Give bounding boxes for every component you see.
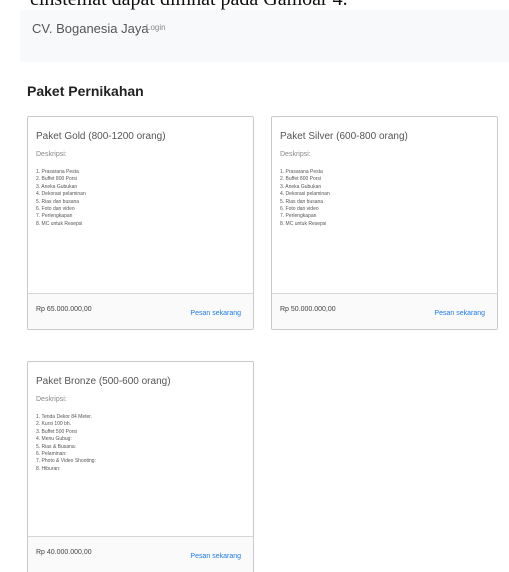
list-item: 4. Dekorasi pelaminan [280,191,330,198]
list-item: 8. MC untuk Resepsi [280,220,327,227]
list-item: 4. Menu Gubug: [36,436,72,443]
list-item: 6. Foto dan video [36,206,75,213]
list-item: 5. Rias dan busana [280,198,324,205]
login-link[interactable]: Login [146,23,166,32]
list-item: 7. Perlengkapan [36,213,73,220]
list-item: 4. Dekorasi pelaminan [36,191,86,198]
list-item: 2. Buffet 800 Porsi [280,176,322,183]
navbar: CV. Boganesia Jaya Login [20,10,509,62]
list-item: 5. Rias & Busana: [36,443,77,450]
list-item: 6. Pelaminan: [36,451,67,458]
price-label: Rp 40.000.000,00 [36,549,92,556]
list-item: 3. Aneka Gubukan [280,183,322,190]
feature-list: 1. Tenda Dekor 84 Meter. 2. Kursi 100 bh… [36,414,96,473]
order-now-link[interactable]: Pesan sekarang [190,553,241,560]
card-title: Paket Silver (600-800 orang) [280,131,408,142]
list-item: 8. Hiburan: [36,465,61,472]
card-footer: Rp 65.000.000,00 Pesan sekarang [28,293,253,329]
list-item: 7. Photo & Video Shooting: [36,458,96,465]
card-footer: Rp 50.000.000,00 Pesan sekarang [272,293,497,329]
list-item: 8. MC untuk Resepsi [36,220,83,227]
card-title: Paket Bronze (500-600 orang) [36,376,171,387]
feature-list: 1. Prasarana Pesta 2. Buffet 800 Porsi 3… [280,169,330,228]
description-label: Deskripsi: [280,151,311,158]
list-item: 1. Tenda Dekor 84 Meter. [36,414,93,420]
list-item: 1. Prasarana Pesta [36,169,79,175]
order-now-link[interactable]: Pesan sekarang [434,310,485,317]
description-label: Deskripsi: [36,396,67,403]
list-item: 2. Buffet 800 Porsi [36,176,78,183]
price-label: Rp 65.000.000,00 [36,306,92,313]
list-item: 5. Rias dan busana [36,198,80,205]
package-card-gold: Paket Gold (800-1200 orang) Deskripsi: 1… [27,116,254,330]
list-item: 3. Buffet 500 Porsi [36,428,78,435]
list-item: 3. Aneka Gubukan [36,183,78,190]
page-title: Paket Pernikahan [27,83,144,99]
list-item: 6. Foto dan video [280,206,319,213]
price-label: Rp 50.000.000,00 [280,306,336,313]
card-footer: Rp 40.000.000,00 Pesan sekarang [28,536,253,572]
feature-list: 1. Prasarana Pesta 2. Buffet 800 Porsi 3… [36,169,86,228]
package-card-silver: Paket Silver (600-800 orang) Deskripsi: … [271,116,498,330]
list-item: 2. Kursi 100 bh. [36,421,72,428]
package-card-bronze: Paket Bronze (500-600 orang) Deskripsi: … [27,361,254,572]
list-item: 1. Prasarana Pesta [280,169,323,175]
brand-logo-text[interactable]: CV. Boganesia Jaya [32,21,149,36]
description-label: Deskripsi: [36,151,67,158]
list-item: 7. Perlengkapan [280,213,317,220]
card-title: Paket Gold (800-1200 orang) [36,131,166,142]
order-now-link[interactable]: Pesan sekarang [190,310,241,317]
